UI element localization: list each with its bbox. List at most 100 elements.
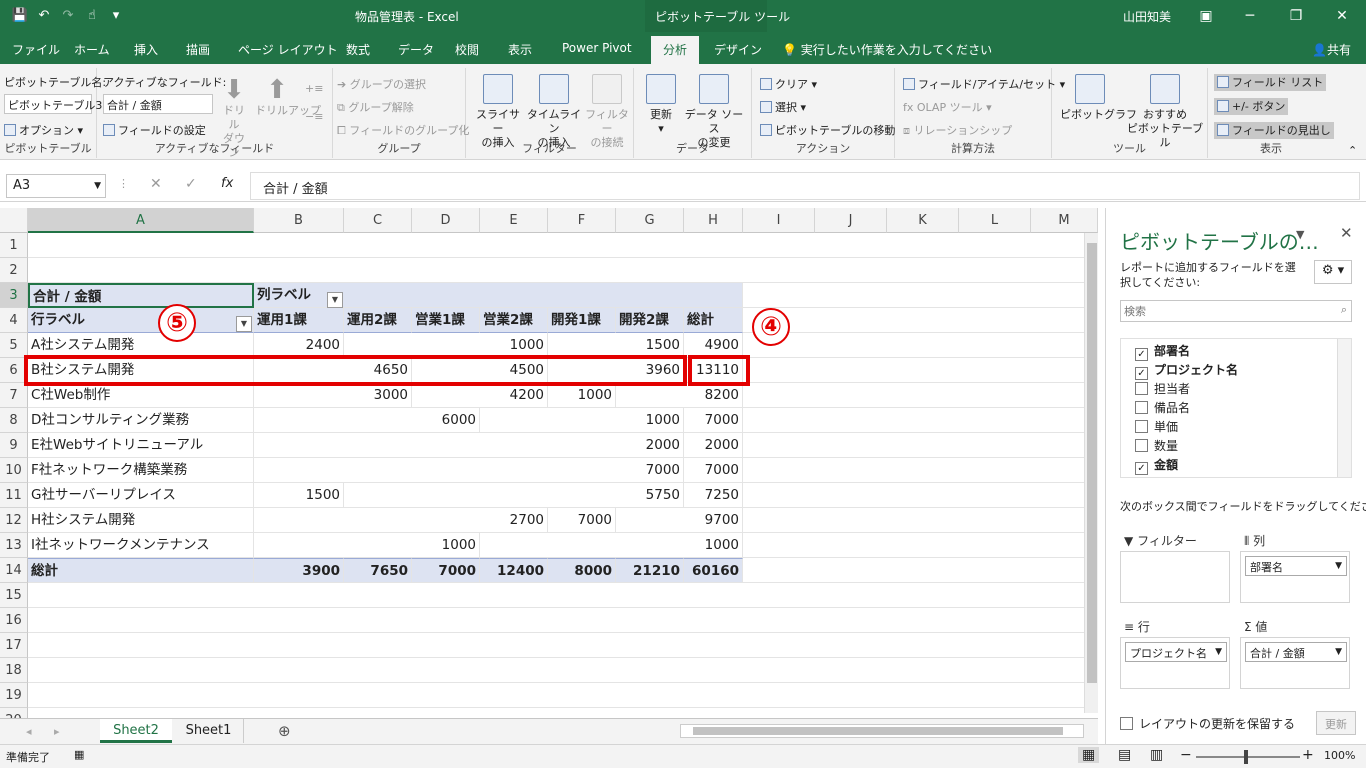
formula-input[interactable]: 合計 / 金額	[250, 172, 1360, 200]
move-pivottable-button[interactable]: ピボットテーブルの移動	[760, 122, 895, 138]
clear-button[interactable]: クリア ▾	[760, 76, 817, 92]
insert-function-icon[interactable]: fx	[221, 176, 233, 191]
row-header[interactable]: 13	[0, 533, 28, 558]
tab-analyze[interactable]: 分析	[651, 36, 700, 64]
row-header[interactable]: 3	[0, 283, 28, 308]
pivot-col-header[interactable]: 総計	[684, 308, 743, 333]
field-item-quantity[interactable]: 数量	[1135, 437, 1178, 456]
expand-field-icon[interactable]: +≡	[305, 82, 323, 95]
pivot-column-total[interactable]: 7000	[412, 558, 480, 583]
redo-icon[interactable]: ↷	[58, 6, 78, 26]
tab-formulas[interactable]: 数式	[346, 41, 370, 58]
recommended-pivottables-button[interactable]: おすすめ ピボットテーブル	[1126, 74, 1204, 150]
scroll-right-icon[interactable]: ▸	[54, 725, 60, 738]
pane-close-icon[interactable]: ✕	[1340, 224, 1353, 242]
pivot-col-header[interactable]: 営業2課	[480, 308, 548, 333]
row-header[interactable]: 11	[0, 483, 28, 508]
tab-power-pivot[interactable]: Power Pivot	[562, 41, 632, 55]
share-button[interactable]: 👤共有	[1312, 41, 1351, 58]
pivot-value[interactable]: 1500	[254, 483, 344, 508]
col-header-k[interactable]: K	[887, 208, 959, 233]
pivot-row-label[interactable]: G社サーバーリプレイス	[28, 483, 254, 508]
row-header[interactable]: 2	[0, 258, 28, 283]
pivot-column-total[interactable]: 8000	[548, 558, 616, 583]
collapse-ribbon-icon[interactable]: ⌃	[1348, 144, 1357, 157]
tab-data[interactable]: データ	[398, 41, 434, 58]
refresh-button[interactable]: 更新 ▾	[644, 74, 678, 136]
tab-draw[interactable]: 描画	[186, 41, 210, 58]
pivot-col-header[interactable]: 開発1課	[548, 308, 616, 333]
pivot-row-label[interactable]: D社コンサルティング業務	[28, 408, 254, 433]
pivot-column-total[interactable]: 3900	[254, 558, 344, 583]
field-search-input[interactable]: 検索 ⌕	[1120, 300, 1352, 322]
pivottable-name-input[interactable]: ピボットテーブル3	[4, 94, 102, 114]
insert-timeline-button[interactable]: タイムライン の挿入	[526, 74, 582, 150]
pivot-value[interactable]: 2700	[480, 508, 548, 533]
pane-options-dropdown-icon[interactable]: ▼	[1296, 228, 1304, 241]
scroll-left-icon[interactable]: ◂	[26, 725, 32, 738]
zoom-slider-thumb[interactable]	[1244, 750, 1248, 764]
col-header-f[interactable]: F	[548, 208, 616, 233]
row-header[interactable]: 7	[0, 383, 28, 408]
columns-chip[interactable]: 部署名 ▼	[1245, 556, 1347, 576]
horizontal-scrollbar[interactable]	[680, 724, 1084, 738]
tab-view[interactable]: 表示	[508, 41, 532, 58]
row-header[interactable]: 19	[0, 683, 28, 708]
zoom-in-icon[interactable]: +	[1302, 747, 1314, 763]
pivot-row-label[interactable]: F社ネットワーク構築業務	[28, 458, 254, 483]
change-data-source-button[interactable]: データ ソース の変更	[682, 74, 746, 150]
vertical-scrollbar[interactable]	[1084, 233, 1098, 713]
zoom-level[interactable]: 100%	[1324, 749, 1355, 762]
sheet-tab-sheet1[interactable]: Sheet1	[174, 719, 244, 743]
tab-home[interactable]: ホーム	[74, 41, 110, 58]
checkbox-icon[interactable]	[1135, 420, 1148, 433]
filter-connections-button[interactable]: フィルター の接続	[584, 74, 630, 150]
pivot-value[interactable]: 6000	[412, 408, 480, 433]
user-name[interactable]: 山田知美	[1123, 8, 1171, 25]
row-header[interactable]: 9	[0, 433, 28, 458]
worksheet-grid[interactable]: A B C D E F G H I J K L M 1 2 3 4 5 6 7 …	[0, 208, 1098, 718]
close-icon[interactable]: ✕	[1320, 4, 1364, 28]
checkbox-checked-icon[interactable]: ✓	[1135, 367, 1148, 380]
pivot-row-label[interactable]: C社Web制作	[28, 383, 254, 408]
pivot-value[interactable]: 7000	[548, 508, 616, 533]
tab-insert[interactable]: 挿入	[134, 41, 158, 58]
ungroup-button[interactable]: ⧉ グループ解除	[337, 99, 414, 115]
field-list-toggle[interactable]: フィールド リスト	[1214, 74, 1327, 91]
row-header[interactable]: 12	[0, 508, 28, 533]
row-header[interactable]: 1	[0, 233, 28, 258]
page-layout-view-icon[interactable]: ▤	[1118, 747, 1131, 763]
update-button[interactable]: 更新	[1316, 711, 1356, 735]
pivot-col-header[interactable]: 開発2課	[616, 308, 684, 333]
restore-icon[interactable]: ❐	[1274, 4, 1318, 28]
field-item-department[interactable]: ✓ 部署名	[1135, 342, 1190, 361]
page-break-view-icon[interactable]: ▥	[1150, 747, 1163, 763]
pivot-column-total[interactable]: 7650	[344, 558, 412, 583]
checkbox-icon[interactable]	[1120, 717, 1133, 730]
col-header-m[interactable]: M	[1031, 208, 1098, 233]
row-header[interactable]: 18	[0, 658, 28, 683]
zoom-slider[interactable]	[1196, 750, 1300, 764]
row-header[interactable]: 14	[0, 558, 28, 583]
field-item-project[interactable]: ✓ プロジェクト名	[1135, 361, 1238, 380]
field-item-unit-price[interactable]: 単価	[1135, 418, 1178, 437]
pivot-value[interactable]: 3000	[344, 383, 412, 408]
tab-page-layout[interactable]: ページ レイアウト	[238, 41, 338, 58]
pivot-value[interactable]: 1000	[616, 408, 684, 433]
add-sheet-icon[interactable]: ⊕	[278, 722, 291, 740]
scroll-thumb[interactable]	[1087, 243, 1097, 683]
zoom-out-icon[interactable]: −	[1180, 747, 1192, 763]
group-field-button[interactable]: ⧠ フィールドのグループ化	[337, 122, 469, 138]
pivotchart-button[interactable]: ピボットグラフ	[1060, 74, 1137, 122]
tab-file[interactable]: ファイル	[12, 41, 60, 58]
row-header[interactable]: 8	[0, 408, 28, 433]
row-filter-dropdown-icon[interactable]: ▼	[236, 316, 252, 332]
macro-record-icon[interactable]: ▦	[74, 748, 84, 761]
pivot-row-total[interactable]: 8200	[684, 383, 743, 408]
pivot-row-label[interactable]: E社Webサイトリニューアル	[28, 433, 254, 458]
pivot-value[interactable]: 1000	[412, 533, 480, 558]
field-item-person[interactable]: 担当者	[1135, 380, 1190, 399]
col-header-h[interactable]: H	[684, 208, 743, 233]
pivot-value[interactable]: 1000	[548, 383, 616, 408]
buttons-toggle[interactable]: +/- ボタン	[1214, 98, 1289, 115]
